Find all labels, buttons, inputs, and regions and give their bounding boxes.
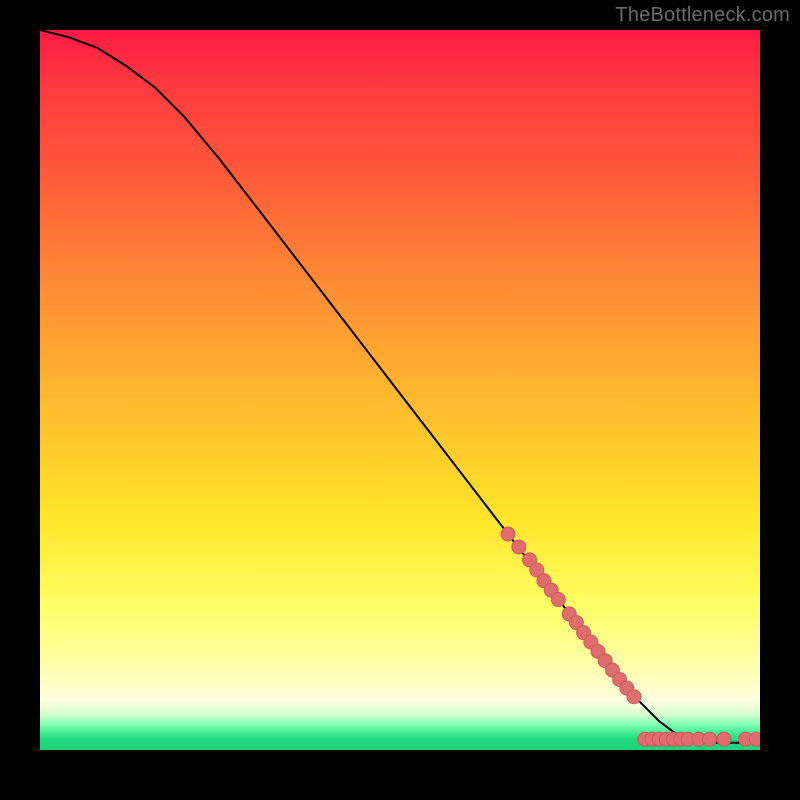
data-marker xyxy=(717,732,731,746)
chart-stage: TheBottleneck.com xyxy=(0,0,800,800)
data-marker xyxy=(749,732,760,746)
chart-svg xyxy=(40,30,760,750)
data-marker xyxy=(501,527,515,541)
data-marker xyxy=(512,540,526,554)
plot-area xyxy=(40,30,760,750)
data-marker xyxy=(627,690,641,704)
data-marker xyxy=(551,593,565,607)
marker-layer xyxy=(501,527,760,746)
watermark-text: TheBottleneck.com xyxy=(615,4,790,27)
bottleneck-curve xyxy=(40,30,760,743)
data-marker xyxy=(703,732,717,746)
bottleneck-curve-path xyxy=(40,30,760,743)
